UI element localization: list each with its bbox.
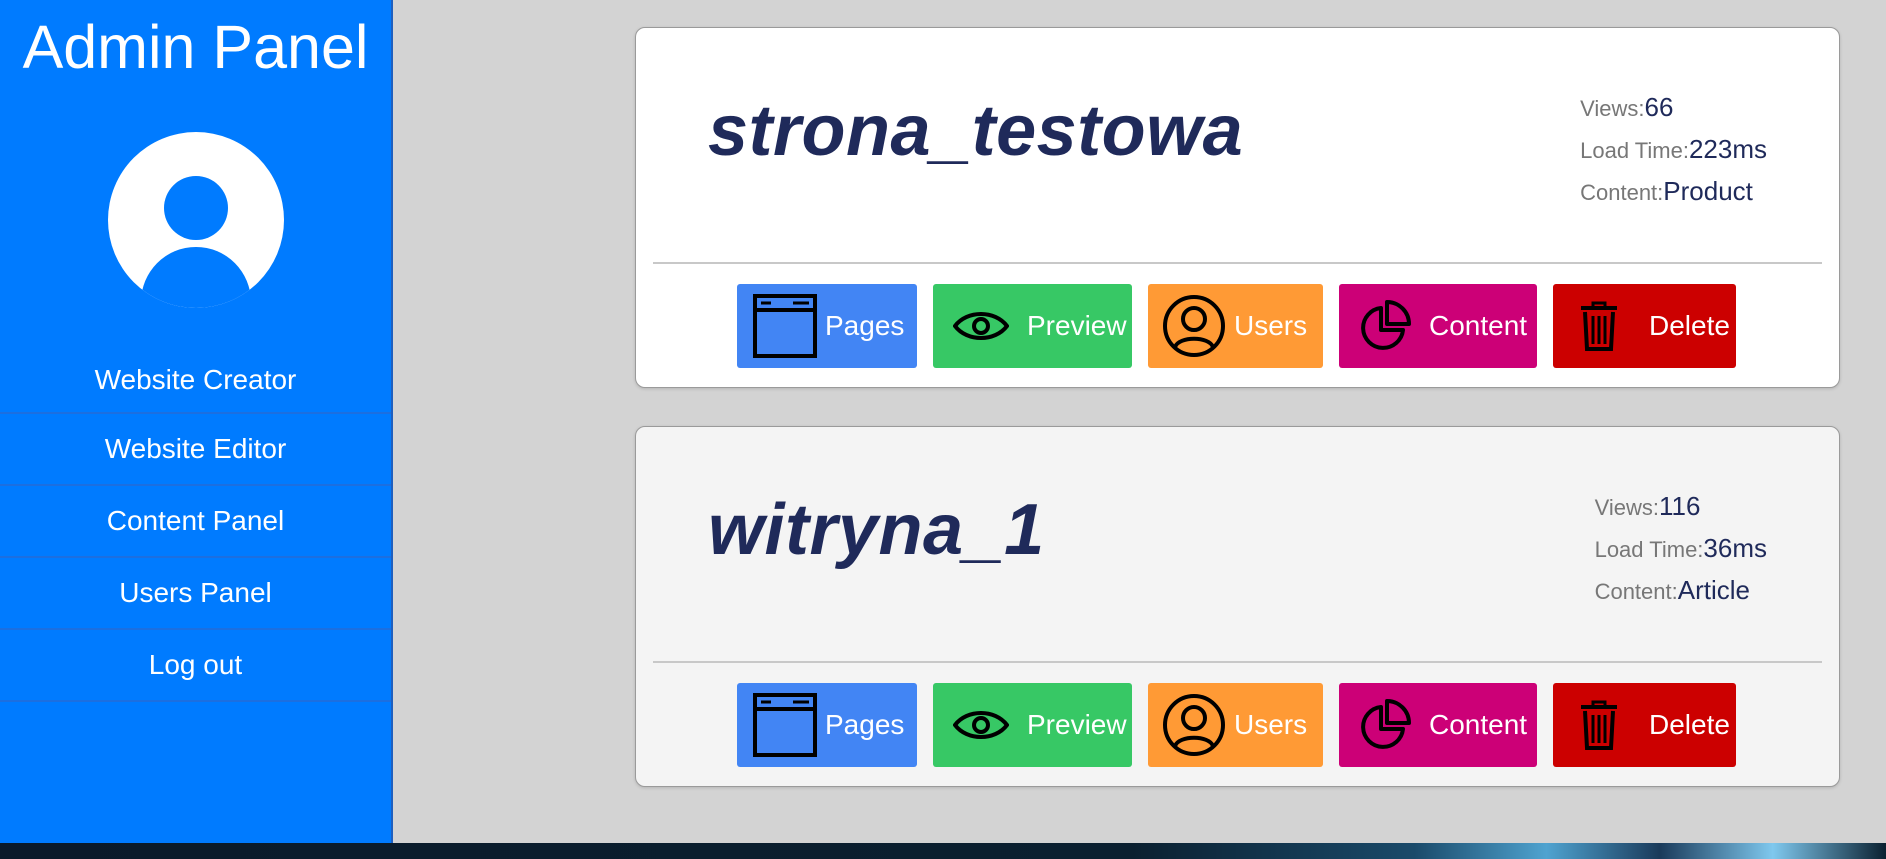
nav-content-panel[interactable]: Content Panel [0,486,391,558]
nav-website-editor[interactable]: Website Editor [0,414,391,486]
browser-window-icon [753,294,817,358]
stat-load-time: Load Time:223ms [1580,128,1767,170]
sidebar-nav: Website Creator Website Editor Content P… [0,348,391,702]
stat-label: Content: [1580,180,1664,205]
eye-icon [953,705,1009,745]
card-actions: Pages Preview Users Content Delete [737,683,1736,767]
pages-button-label: Pages [825,310,905,341]
pages-button[interactable]: Pages [737,683,917,767]
content-button[interactable]: Content [1339,683,1537,767]
card-actions: Pages Preview Users Content Delete [737,284,1736,368]
stat-label: Views: [1580,96,1645,121]
stat-value: 66 [1644,92,1674,122]
user-circle-icon [1162,693,1226,757]
stat-label: Load Time: [1594,537,1704,562]
preview-button[interactable]: Preview [933,683,1132,767]
user-circle-icon [1162,294,1226,358]
users-button-label: Users [1234,310,1308,341]
delete-button[interactable]: Delete [1553,683,1736,767]
user-avatar-icon[interactable] [107,132,284,308]
stat-views: Views:116 [1595,485,1767,527]
stat-value: Article [1677,575,1750,605]
delete-button-label: Delete [1649,310,1730,341]
nav-log-out[interactable]: Log out [0,630,391,702]
stat-content: Content:Article [1595,569,1767,611]
content-button[interactable]: Content [1339,284,1537,368]
avatar-shoulders [140,247,251,308]
site-card: witryna_1 Views:116 Load Time:36ms Conte… [635,426,1840,787]
preview-button[interactable]: Preview [933,284,1132,368]
delete-button-label: Delete [1649,709,1730,740]
site-stats: Views:66 Load Time:223ms Content:Product [1580,86,1767,212]
users-button-label: Users [1234,709,1308,740]
background-image-strip [0,843,1886,859]
preview-button-label: Preview [1027,709,1127,740]
card-divider [653,262,1822,264]
site-name: witryna_1 [708,490,1045,570]
stat-label: Load Time: [1580,138,1689,163]
site-stats: Views:116 Load Time:36ms Content:Article [1595,485,1767,611]
pie-chart-icon [1359,300,1411,352]
eye-icon [953,306,1009,346]
browser-window-icon [753,693,817,757]
stat-value: Product [1663,176,1753,206]
stat-value: 116 [1658,491,1701,521]
site-card: strona_testowa Views:66 Load Time:223ms … [635,27,1840,388]
content-button-label: Content [1429,310,1528,341]
stat-content: Content:Product [1580,170,1767,212]
stat-label: Content: [1594,579,1678,604]
nav-users-panel[interactable]: Users Panel [0,558,391,630]
stat-views: Views:66 [1580,86,1767,128]
stat-load-time: Load Time:36ms [1595,527,1767,569]
stat-label: Views: [1594,495,1659,520]
sidebar: Admin Panel Website Creator Website Edit… [0,0,393,843]
preview-button-label: Preview [1027,310,1127,341]
content-button-label: Content [1429,709,1528,740]
users-button[interactable]: Users [1148,683,1323,767]
trash-icon [1579,699,1619,751]
stat-value: 223ms [1688,134,1767,164]
site-name: strona_testowa [708,91,1244,171]
card-divider [653,661,1822,663]
trash-icon [1579,300,1619,352]
pie-chart-icon [1359,699,1411,751]
sidebar-title: Admin Panel [22,13,369,81]
nav-website-creator[interactable]: Website Creator [0,348,391,414]
avatar-head [163,176,228,240]
delete-button[interactable]: Delete [1553,284,1736,368]
users-button[interactable]: Users [1148,284,1323,368]
pages-button-label: Pages [825,709,905,740]
stat-value: 36ms [1703,533,1767,563]
pages-button[interactable]: Pages [737,284,917,368]
